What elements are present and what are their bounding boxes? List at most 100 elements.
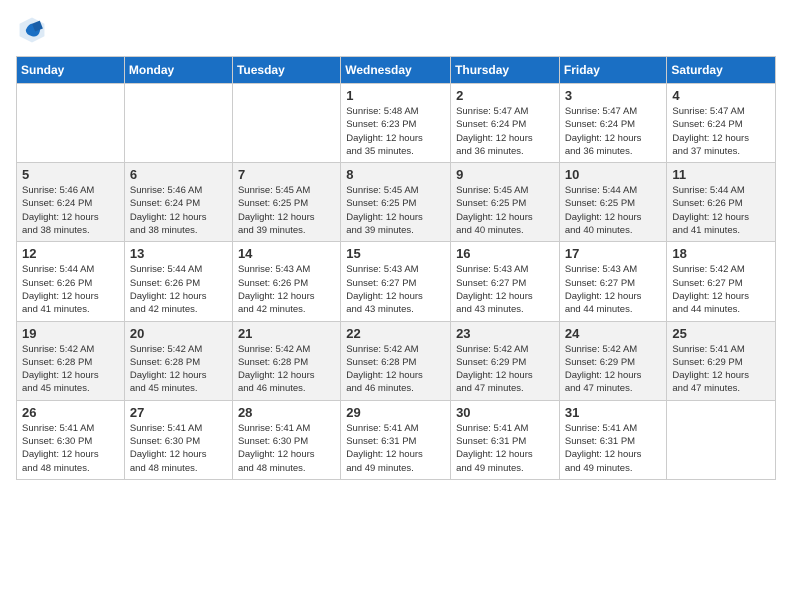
day-number: 24 (565, 326, 662, 341)
logo-icon (18, 16, 46, 44)
day-content: Sunrise: 5:44 AM Sunset: 6:25 PM Dayligh… (565, 184, 662, 237)
day-number: 28 (238, 405, 335, 420)
day-content: Sunrise: 5:41 AM Sunset: 6:30 PM Dayligh… (22, 422, 119, 475)
calendar-cell: 22Sunrise: 5:42 AM Sunset: 6:28 PM Dayli… (341, 321, 451, 400)
day-content: Sunrise: 5:42 AM Sunset: 6:27 PM Dayligh… (672, 263, 770, 316)
day-number: 10 (565, 167, 662, 182)
calendar-cell: 27 Sunrise: 5:41 AM Sunset: 6:30 PM Dayli… (124, 400, 232, 479)
day-number: 31 (565, 405, 662, 420)
calendar-cell: 1Sunrise: 5:48 AM Sunset: 6:23 PM Daylig… (341, 84, 451, 163)
calendar-cell: 15 Sunrise: 5:43 AM Sunset: 6:27 PM Dayli… (341, 242, 451, 321)
day-content: Sunrise: 5:47 AM Sunset: 6:24 PM Dayligh… (565, 105, 662, 158)
day-number: 25 (672, 326, 770, 341)
day-content: Sunrise: 5:43 AM Sunset: 6:27 PM Dayligh… (456, 263, 554, 316)
calendar-cell: 5 Sunrise: 5:46 AM Sunset: 6:24 PM Daylig… (17, 163, 125, 242)
day-content: Sunrise: 5:41 AM Sunset: 6:31 PM Dayligh… (346, 422, 445, 475)
day-number: 9 (456, 167, 554, 182)
calendar-cell: 17 Sunrise: 5:43 AM Sunset: 6:27 PM Dayli… (559, 242, 667, 321)
calendar-cell: 14 Sunrise: 5:43 AM Sunset: 6:26 PM Dayli… (232, 242, 340, 321)
day-number: 14 (238, 246, 335, 261)
calendar-week-row: 5 Sunrise: 5:46 AM Sunset: 6:24 PM Daylig… (17, 163, 776, 242)
calendar-cell: 8 Sunrise: 5:45 AM Sunset: 6:25 PM Daylig… (341, 163, 451, 242)
calendar-cell: 9 Sunrise: 5:45 AM Sunset: 6:25 PM Daylig… (451, 163, 560, 242)
day-content: Sunrise: 5:46 AM Sunset: 6:24 PM Dayligh… (130, 184, 227, 237)
calendar-cell: 16 Sunrise: 5:43 AM Sunset: 6:27 PM Dayli… (451, 242, 560, 321)
weekday-header-row: SundayMondayTuesdayWednesdayThursdayFrid… (17, 57, 776, 84)
day-number: 4 (672, 88, 770, 103)
calendar-cell: 20 Sunrise: 5:42 AM Sunset: 6:28 PM Dayli… (124, 321, 232, 400)
calendar-cell: 2 Sunrise: 5:47 AM Sunset: 6:24 PM Daylig… (451, 84, 560, 163)
day-content: Sunrise: 5:42 AM Sunset: 6:29 PM Dayligh… (565, 343, 662, 396)
day-content: Sunrise: 5:43 AM Sunset: 6:26 PM Dayligh… (238, 263, 335, 316)
day-number: 29 (346, 405, 445, 420)
day-number: 26 (22, 405, 119, 420)
weekday-header: Thursday (451, 57, 560, 84)
day-content: Sunrise: 5:42 AM Sunset: 6:28 PM Dayligh… (238, 343, 335, 396)
calendar-cell: 4Sunrise: 5:47 AM Sunset: 6:24 PM Daylig… (667, 84, 776, 163)
calendar-cell: 21 Sunrise: 5:42 AM Sunset: 6:28 PM Dayli… (232, 321, 340, 400)
day-content: Sunrise: 5:45 AM Sunset: 6:25 PM Dayligh… (456, 184, 554, 237)
calendar-cell: 7Sunrise: 5:45 AM Sunset: 6:25 PM Daylig… (232, 163, 340, 242)
day-content: Sunrise: 5:45 AM Sunset: 6:25 PM Dayligh… (238, 184, 335, 237)
day-number: 5 (22, 167, 119, 182)
calendar-header: SundayMondayTuesdayWednesdayThursdayFrid… (17, 57, 776, 84)
day-number: 22 (346, 326, 445, 341)
calendar-cell: 3 Sunrise: 5:47 AM Sunset: 6:24 PM Daylig… (559, 84, 667, 163)
calendar-cell: 24 Sunrise: 5:42 AM Sunset: 6:29 PM Dayli… (559, 321, 667, 400)
calendar-cell: 23Sunrise: 5:42 AM Sunset: 6:29 PM Dayli… (451, 321, 560, 400)
day-content: Sunrise: 5:43 AM Sunset: 6:27 PM Dayligh… (565, 263, 662, 316)
day-content: Sunrise: 5:44 AM Sunset: 6:26 PM Dayligh… (22, 263, 119, 316)
calendar-table: SundayMondayTuesdayWednesdayThursdayFrid… (16, 56, 776, 480)
day-content: Sunrise: 5:42 AM Sunset: 6:29 PM Dayligh… (456, 343, 554, 396)
day-number: 30 (456, 405, 554, 420)
calendar-cell: 18Sunrise: 5:42 AM Sunset: 6:27 PM Dayli… (667, 242, 776, 321)
calendar-cell (17, 84, 125, 163)
calendar-cell: 19 Sunrise: 5:42 AM Sunset: 6:28 PM Dayli… (17, 321, 125, 400)
weekday-header: Monday (124, 57, 232, 84)
day-number: 19 (22, 326, 119, 341)
day-content: Sunrise: 5:42 AM Sunset: 6:28 PM Dayligh… (130, 343, 227, 396)
day-content: Sunrise: 5:42 AM Sunset: 6:28 PM Dayligh… (22, 343, 119, 396)
weekday-header: Wednesday (341, 57, 451, 84)
day-number: 8 (346, 167, 445, 182)
day-number: 17 (565, 246, 662, 261)
weekday-header: Friday (559, 57, 667, 84)
day-content: Sunrise: 5:48 AM Sunset: 6:23 PM Dayligh… (346, 105, 445, 158)
calendar-cell: 30 Sunrise: 5:41 AM Sunset: 6:31 PM Dayli… (451, 400, 560, 479)
day-content: Sunrise: 5:44 AM Sunset: 6:26 PM Dayligh… (130, 263, 227, 316)
day-number: 12 (22, 246, 119, 261)
calendar-cell: 25 Sunrise: 5:41 AM Sunset: 6:29 PM Dayli… (667, 321, 776, 400)
day-content: Sunrise: 5:41 AM Sunset: 6:31 PM Dayligh… (565, 422, 662, 475)
weekday-header: Tuesday (232, 57, 340, 84)
day-content: Sunrise: 5:47 AM Sunset: 6:24 PM Dayligh… (456, 105, 554, 158)
calendar-week-row: 1Sunrise: 5:48 AM Sunset: 6:23 PM Daylig… (17, 84, 776, 163)
day-number: 20 (130, 326, 227, 341)
logo (16, 16, 48, 44)
day-content: Sunrise: 5:44 AM Sunset: 6:26 PM Dayligh… (672, 184, 770, 237)
day-number: 6 (130, 167, 227, 182)
day-content: Sunrise: 5:41 AM Sunset: 6:30 PM Dayligh… (130, 422, 227, 475)
day-number: 3 (565, 88, 662, 103)
calendar-cell: 11Sunrise: 5:44 AM Sunset: 6:26 PM Dayli… (667, 163, 776, 242)
weekday-header: Saturday (667, 57, 776, 84)
day-number: 15 (346, 246, 445, 261)
day-number: 21 (238, 326, 335, 341)
calendar-cell: 29 Sunrise: 5:41 AM Sunset: 6:31 PM Dayli… (341, 400, 451, 479)
weekday-header: Sunday (17, 57, 125, 84)
calendar-cell (124, 84, 232, 163)
day-number: 16 (456, 246, 554, 261)
calendar-cell: 28 Sunrise: 5:41 AM Sunset: 6:30 PM Dayli… (232, 400, 340, 479)
calendar-cell: 31 Sunrise: 5:41 AM Sunset: 6:31 PM Dayli… (559, 400, 667, 479)
day-content: Sunrise: 5:41 AM Sunset: 6:30 PM Dayligh… (238, 422, 335, 475)
day-content: Sunrise: 5:41 AM Sunset: 6:31 PM Dayligh… (456, 422, 554, 475)
day-content: Sunrise: 5:41 AM Sunset: 6:29 PM Dayligh… (672, 343, 770, 396)
calendar-cell (667, 400, 776, 479)
day-number: 2 (456, 88, 554, 103)
day-number: 27 (130, 405, 227, 420)
calendar-week-row: 26 Sunrise: 5:41 AM Sunset: 6:30 PM Dayli… (17, 400, 776, 479)
day-content: Sunrise: 5:43 AM Sunset: 6:27 PM Dayligh… (346, 263, 445, 316)
day-content: Sunrise: 5:46 AM Sunset: 6:24 PM Dayligh… (22, 184, 119, 237)
calendar-body: 1Sunrise: 5:48 AM Sunset: 6:23 PM Daylig… (17, 84, 776, 480)
day-content: Sunrise: 5:45 AM Sunset: 6:25 PM Dayligh… (346, 184, 445, 237)
calendar-cell: 26 Sunrise: 5:41 AM Sunset: 6:30 PM Dayli… (17, 400, 125, 479)
